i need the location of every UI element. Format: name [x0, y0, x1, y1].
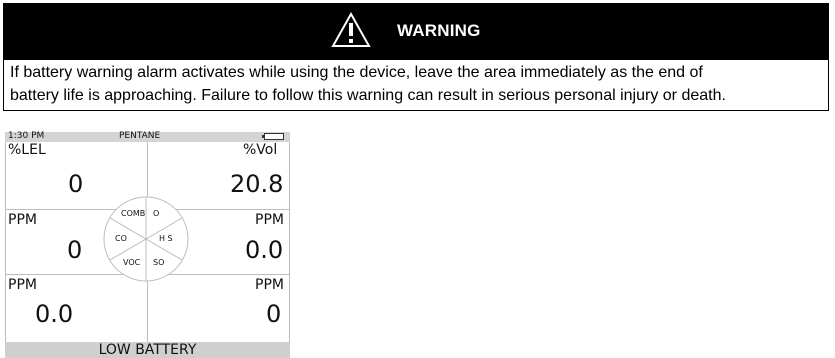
so2-unit: PPM — [255, 277, 284, 293]
o2-value: 20.8 — [230, 170, 284, 198]
h2s-unit: PPM — [255, 212, 284, 228]
gauge-label-so2: SO — [153, 258, 165, 267]
warning-triangle-icon — [331, 12, 371, 47]
warning-line-1: If battery warning alarm activates while… — [10, 64, 703, 81]
so2-value: 0 — [266, 300, 282, 328]
gauge-label-comb: COMB — [121, 209, 146, 218]
warning-title: WARNING — [397, 21, 481, 40]
status-bar: 1:30 PM PENTANE — [5, 131, 290, 142]
device-screen: 1:30 PM PENTANE %LEL 0 %Vol 20.8 PPM 0 P… — [5, 131, 290, 358]
lel-unit: %LEL — [8, 142, 46, 158]
gauge-label-co: CO — [115, 234, 127, 243]
gauge-label-voc: VOC — [123, 258, 141, 267]
gauge-label-h2s: H S — [159, 234, 173, 243]
co-value: 0 — [67, 236, 83, 264]
status-gas-name: PENTANE — [119, 131, 161, 141]
warning-banner: WARNING — [3, 3, 829, 60]
co-unit: PPM — [8, 212, 37, 228]
lel-value: 0 — [68, 170, 84, 198]
low-battery-alert: LOW BATTERY — [5, 342, 290, 358]
gauge-label-o2: O — [153, 209, 160, 218]
voc-unit: PPM — [8, 277, 37, 293]
battery-low-icon — [262, 133, 284, 140]
status-time: 1:30 PM — [8, 131, 45, 141]
warning-message: If battery warning alarm activates while… — [3, 60, 829, 111]
warning-line-2: battery life is approaching. Failure to … — [10, 87, 726, 104]
voc-value: 0.0 — [35, 300, 74, 328]
sensor-gauge: COMB O CO H S VOC SO — [103, 196, 189, 282]
o2-unit: %Vol — [243, 142, 278, 158]
h2s-value: 0.0 — [245, 236, 284, 264]
